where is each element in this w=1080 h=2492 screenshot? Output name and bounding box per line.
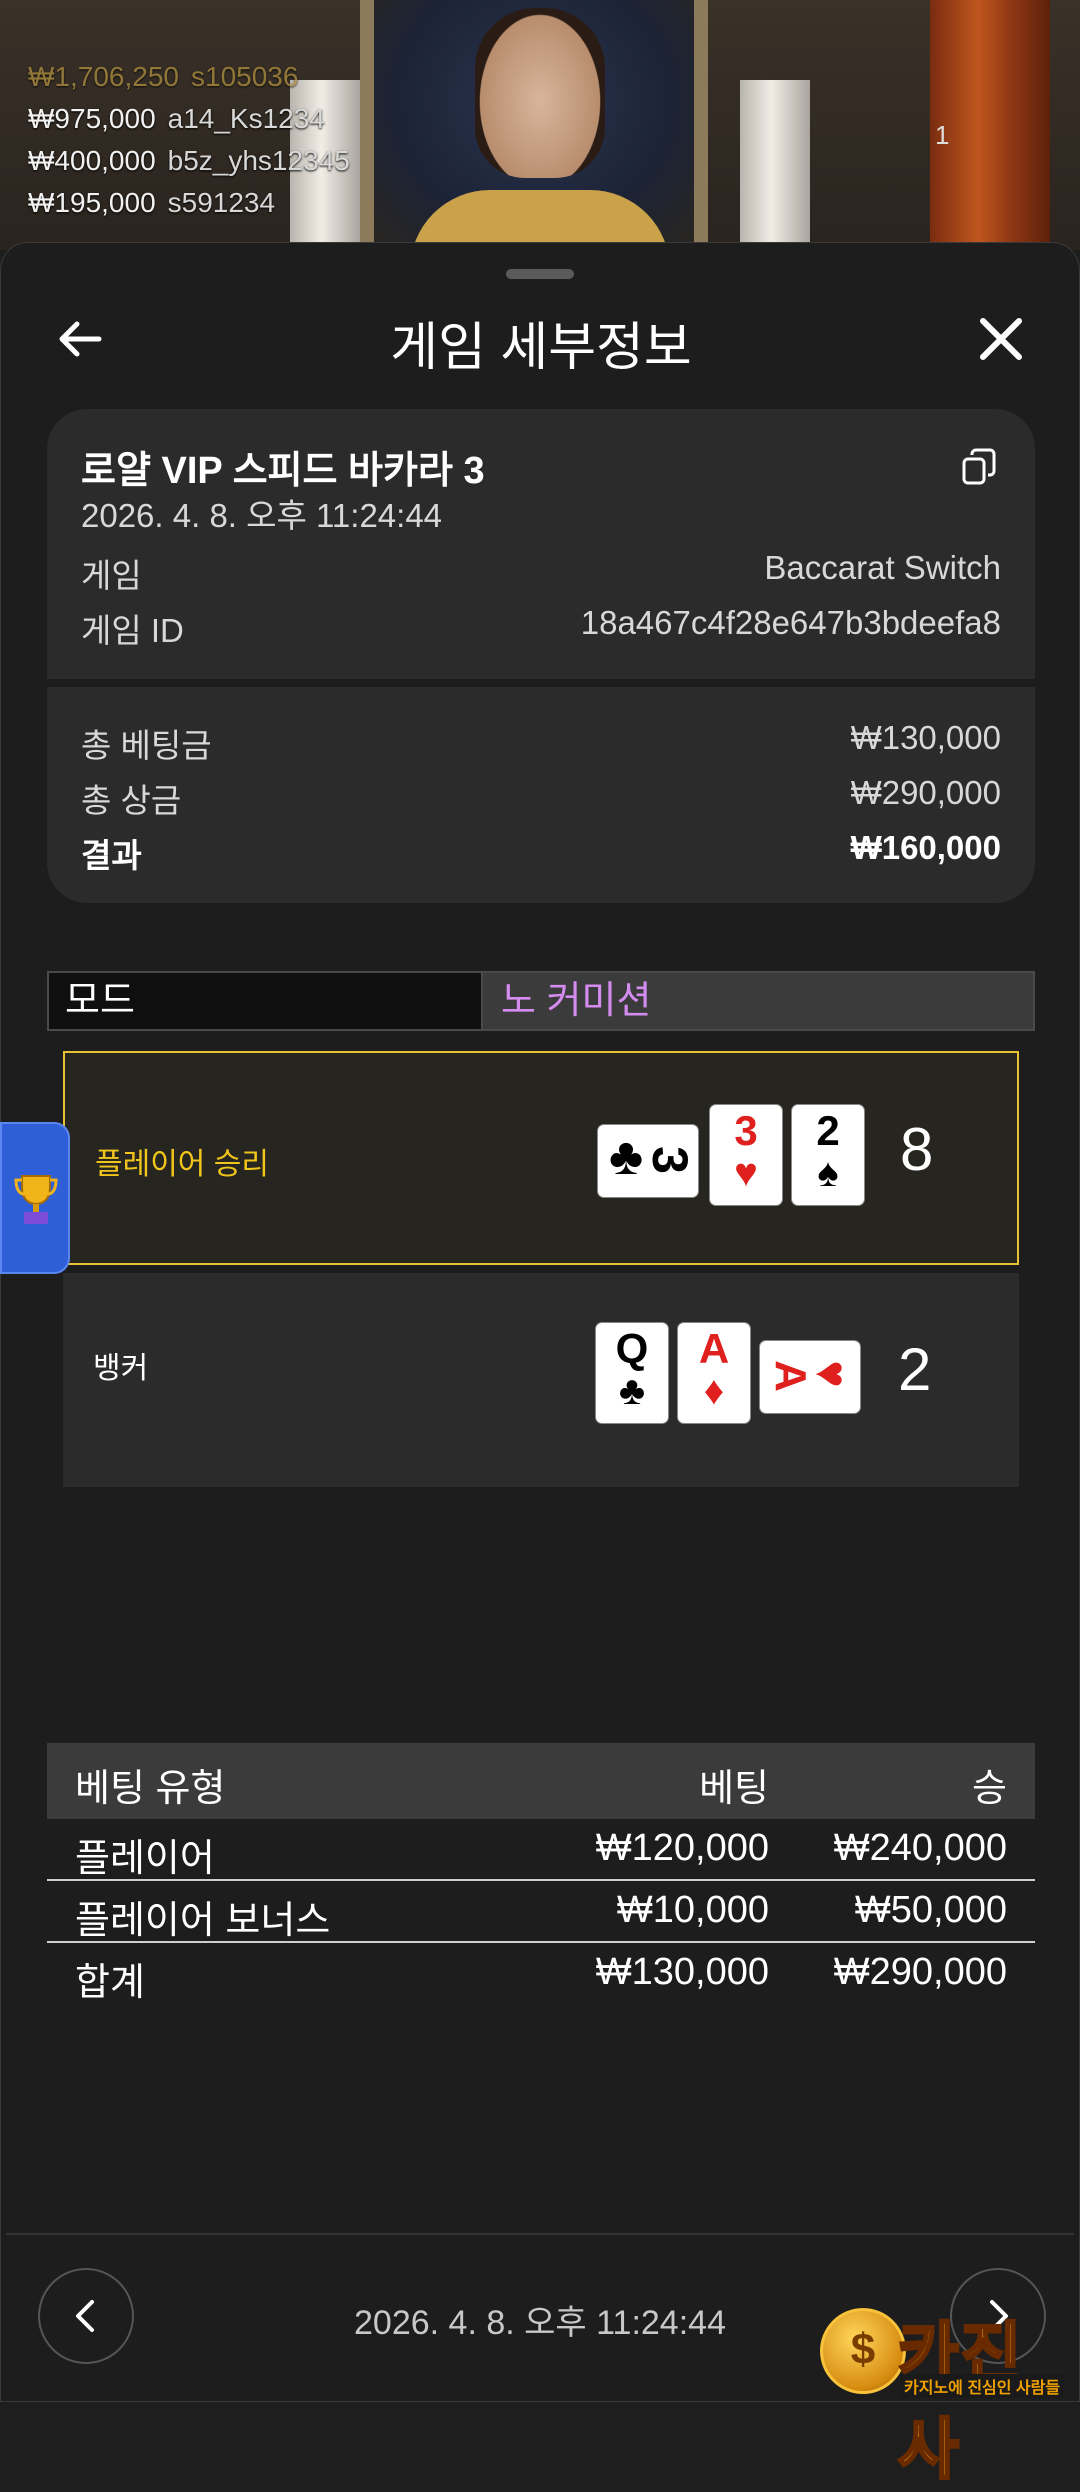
playing-card: 2 ♠	[792, 1105, 864, 1205]
win-amount: ₩240,000	[833, 1827, 1007, 1869]
stream-count: 1	[935, 120, 950, 150]
watermark-tagline: 카지노에 진심인 사람들	[900, 2374, 1065, 2398]
bet-row: ₩975,000 a14_Ks1234	[28, 98, 350, 140]
total-bet: ₩130,000	[595, 1951, 769, 1993]
table-row: 플레이어 ₩120,000 ₩240,000	[47, 1819, 1035, 1881]
spade-suit-icon: ♠	[817, 1151, 839, 1195]
card-rank: A	[698, 1325, 730, 1372]
table-row: 플레이어 보너스 ₩10,000 ₩50,000	[47, 1881, 1035, 1943]
banker-score: 2	[898, 1336, 932, 1403]
table-name: 로얄 VIP 스피드 바카라 3	[81, 450, 485, 492]
header-win: 승	[972, 1768, 1007, 1810]
bet-amount: ₩195,000	[28, 187, 156, 218]
mode-value: 노 커미션	[481, 973, 1033, 1029]
total-label: 합계	[75, 1962, 145, 2004]
bet-type: 플레이어 보너스	[75, 1900, 331, 1942]
sheet-drag-handle[interactable]	[506, 269, 574, 279]
banker-hand: 뱅커 Q ♣ A ♦ A ♥ 2	[63, 1273, 1019, 1487]
result-label: 결과	[81, 837, 142, 874]
mode-label: 모드	[49, 973, 481, 1029]
player-hand: 플레이어 승리 ♣ 3 3 ♥ 2 ♠ 8	[63, 1051, 1019, 1265]
bet-user: s105036	[191, 61, 299, 92]
trophy-icon	[14, 1175, 58, 1224]
live-stream-background: ₩1,706,250 s105036 ₩975,000 a14_Ks1234 ₩40…	[0, 0, 1080, 250]
page-title: 게임 세부정보	[390, 319, 692, 377]
diamond-suit-icon: ♦	[703, 1369, 725, 1413]
total-win: ₩290,000	[833, 1951, 1007, 1993]
game-summary-card: 로얄 VIP 스피드 바카라 3 2026. 4. 8. 오후 11:24:44…	[47, 409, 1035, 903]
heart-suit-icon: ♥	[806, 1360, 858, 1388]
player-result-label: 플레이어 승리	[95, 1148, 269, 1181]
copy-icon	[962, 448, 996, 485]
playing-card: Q ♣	[596, 1323, 668, 1423]
bet-user: a14_Ks1234	[167, 103, 325, 134]
leaderboard-tab[interactable]	[0, 1122, 70, 1274]
playing-card: A ♥	[760, 1341, 860, 1413]
game-id-value[interactable]: 18a467c4f28e647b3bdeefa8	[581, 604, 1001, 642]
table-total-row: 합계 ₩130,000 ₩290,000	[47, 1943, 1035, 2004]
footer-divider	[6, 2233, 1074, 2235]
header-bet-type: 베팅 유형	[75, 1768, 226, 1810]
bet-amount: ₩1,706,250	[28, 61, 179, 92]
club-suit-icon: ♣	[618, 1369, 646, 1413]
total-win-label: 총 상금	[81, 782, 182, 819]
close-icon	[980, 318, 1022, 360]
recent-bets-list: ₩1,706,250 s105036 ₩975,000 a14_Ks1234 ₩40…	[28, 56, 350, 224]
bet-user: b5z_yhs12345	[167, 145, 350, 176]
mode-row: 모드 노 커미션	[47, 971, 1035, 1031]
bet-amount: ₩975,000	[28, 103, 156, 134]
bet-row: ₩195,000 s591234	[28, 182, 350, 224]
player-score: 8	[900, 1116, 934, 1183]
result-value: ₩160,000	[850, 829, 1001, 866]
game-label: 게임	[81, 557, 142, 594]
dollar-coin-icon: $	[820, 2308, 906, 2394]
playing-card: 3 ♥	[710, 1105, 782, 1205]
game-id-label: 게임 ID	[81, 612, 184, 649]
playing-card: ♣ 3	[598, 1125, 698, 1197]
bet-row: ₩1,706,250 s105036	[28, 56, 350, 98]
game-details-sheet: 게임 세부정보 로얄 VIP 스피드 바카라 3 2026. 4. 8. 오후 …	[0, 242, 1080, 2402]
bet-type: 플레이어	[75, 1838, 215, 1880]
card-rank: 3	[734, 1107, 758, 1154]
dealer-image	[475, 8, 605, 178]
copy-button[interactable]	[959, 447, 999, 487]
bet-user: s591234	[167, 187, 276, 218]
total-win-value: ₩290,000	[850, 774, 1001, 811]
pillar-decoration	[740, 80, 810, 250]
bet-amount: ₩400,000	[28, 145, 156, 176]
total-bet-label: 총 베팅금	[81, 727, 212, 764]
banker-label: 뱅커	[93, 1352, 149, 1385]
bet-row: ₩400,000 b5z_yhs12345	[28, 140, 350, 182]
card-divider	[47, 679, 1035, 687]
close-button[interactable]	[971, 309, 1031, 369]
heart-suit-icon: ♥	[734, 1151, 758, 1195]
total-bet-value: ₩130,000	[850, 719, 1001, 756]
table-header: 베팅 유형 베팅 승	[47, 1743, 1035, 1819]
header-bet: 베팅	[699, 1768, 769, 1810]
playing-card: A ♦	[678, 1323, 750, 1423]
game-value: Baccarat Switch	[764, 549, 1001, 586]
watermark-logo: $ 카진사 카지노에 진심인 사람들	[820, 2300, 1070, 2488]
win-amount: ₩50,000	[854, 1889, 1007, 1931]
card-rank: 3	[642, 1146, 698, 1174]
bet-amount: ₩120,000	[595, 1827, 769, 1869]
card-rank: Q	[615, 1325, 649, 1372]
bet-amount: ₩10,000	[616, 1889, 769, 1931]
card-rank: 2	[816, 1107, 840, 1154]
bets-table: 베팅 유형 베팅 승 플레이어 ₩120,000 ₩240,000 플레이어 보…	[47, 1743, 1035, 2004]
game-datetime: 2026. 4. 8. 오후 11:24:44	[81, 497, 443, 534]
